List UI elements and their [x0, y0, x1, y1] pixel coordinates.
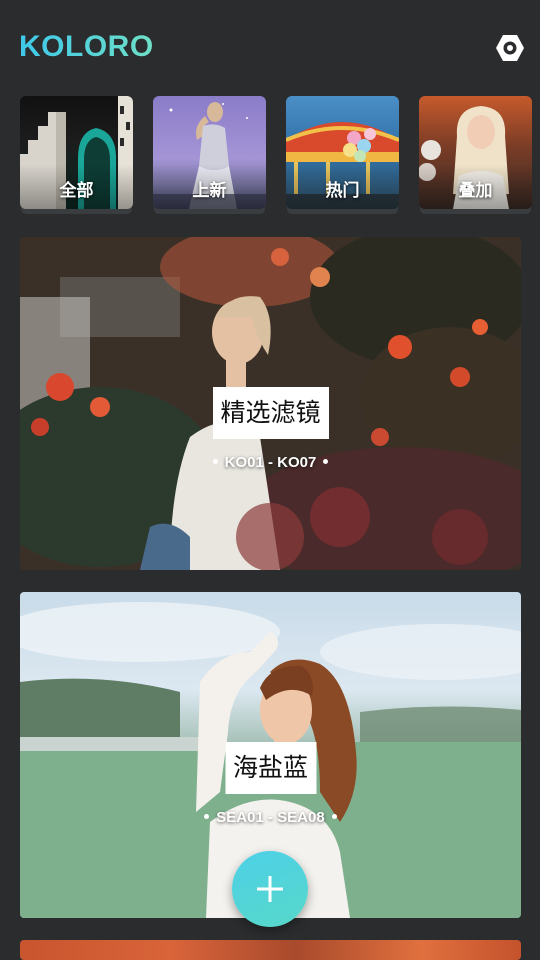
collection-range: KO01 - KO07: [20, 454, 521, 471]
collection-range-text: SEA01 - SEA08: [216, 809, 325, 826]
category-tile-all[interactable]: 全部: [20, 96, 133, 209]
app-logo: KOLORO: [19, 28, 154, 66]
gear-icon[interactable]: [494, 32, 526, 64]
category-row: 全部 上新 热门 叠加: [20, 96, 540, 218]
category-tile-overlay[interactable]: 叠加: [419, 96, 532, 209]
plus-icon: [257, 876, 283, 902]
category-tile-new[interactable]: 上新: [153, 96, 266, 209]
category-label: 叠加: [458, 181, 493, 200]
collection-card-next[interactable]: [20, 940, 521, 960]
category-label: 热门: [325, 181, 360, 200]
category-label: 上新: [192, 181, 227, 200]
category-label: 全部: [59, 181, 94, 200]
collection-range: SEA01 - SEA08: [20, 809, 521, 826]
category-tile-hot[interactable]: 热门: [286, 96, 399, 209]
collection-title: 精选滤镜: [212, 387, 329, 439]
app-screen: KOLORO 全部 上新 热门 叠加 精选滤镜 KO01 - KO07 海盐蓝 …: [0, 0, 540, 960]
app-header: KOLORO: [0, 0, 540, 96]
collection-range-text: KO01 - KO07: [224, 454, 317, 471]
add-button[interactable]: [232, 851, 308, 927]
collection-title: 海盐蓝: [224, 742, 317, 794]
collection-card-featured[interactable]: 精选滤镜 KO01 - KO07: [20, 237, 521, 570]
